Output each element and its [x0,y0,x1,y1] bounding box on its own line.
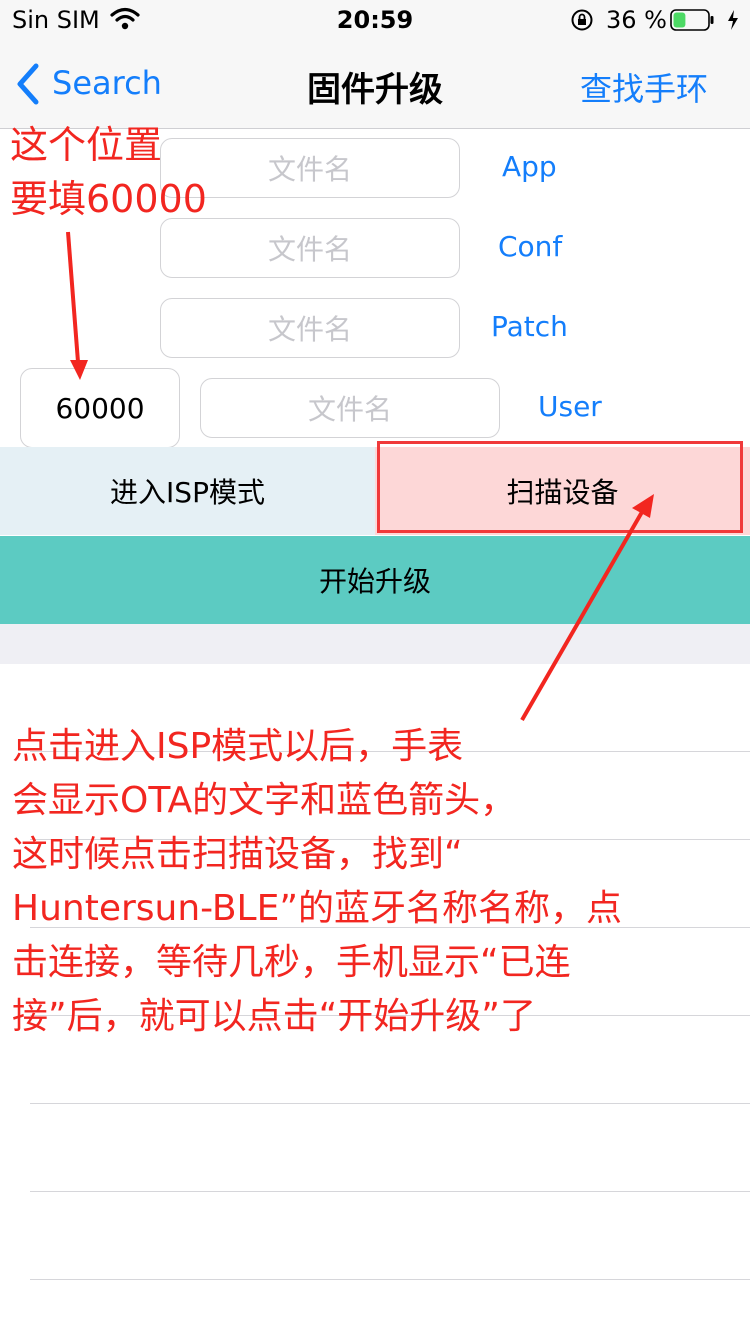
list-divider [30,1103,750,1104]
find-band-button[interactable]: 查找手环 [580,64,708,110]
user-address-input[interactable]: 60000 [20,368,180,448]
conf-file-input[interactable]: 文件名 [160,218,460,278]
arrow-to-user-field [66,231,88,380]
user-label: User [538,390,602,423]
annotation-top-line: 这个位置 [10,123,163,167]
annotation-instructions: 点击进入ISP模式以后，手表 会显示OTA的文字和蓝色箭头， 这时候点击扫描设备… [12,720,742,1044]
orientation-lock-icon [571,9,593,31]
scan-highlight-box [377,441,743,533]
enter-isp-mode-button[interactable]: 进入ISP模式 [0,447,375,535]
annotation-line: Huntersun-BLE”的蓝牙名称名称，点 [12,888,623,929]
annotation-top: 这个位置 要填60000 [10,118,207,226]
app-label: App [502,150,557,183]
annotation-line: 接”后，就可以点击“开始升级”了 [12,996,536,1037]
section-separator [0,624,750,664]
annotation-line: 这时候点击扫描设备，找到“ [12,834,463,875]
annotation-top-line: 要填60000 [10,177,207,221]
charging-bolt-icon [728,10,738,30]
list-divider [30,1191,750,1192]
annotation-line: 会显示OTA的文字和蓝色箭头， [12,780,517,821]
user-file-input[interactable]: 文件名 [200,378,500,438]
battery-percent: 36 % [606,6,667,34]
battery-icon [670,9,714,31]
patch-file-input[interactable]: 文件名 [160,298,460,358]
conf-label: Conf [498,230,563,263]
start-upgrade-button[interactable]: 开始升级 [0,536,750,624]
list-divider [30,1279,750,1280]
patch-label: Patch [491,310,568,343]
annotation-line: 点击进入ISP模式以后，手表 [12,726,464,767]
annotation-line: 击连接，等待几秒，手机显示“已连 [12,942,571,983]
